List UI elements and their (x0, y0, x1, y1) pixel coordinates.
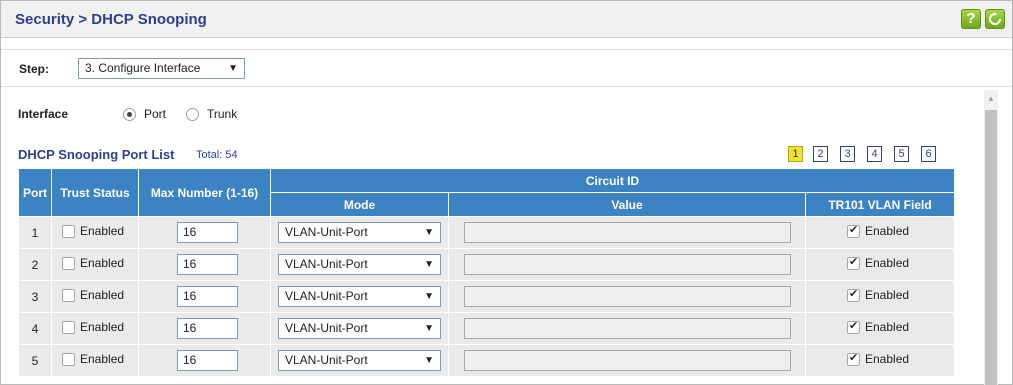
circuit-value-input (464, 350, 791, 371)
port-list-title: DHCP Snooping Port List (18, 147, 175, 162)
step-select-value: 3. Configure Interface (85, 61, 201, 75)
interface-port-label: Port (144, 107, 167, 121)
dropdown-arrow-icon: ▼ (424, 355, 434, 366)
max-number-input[interactable]: 16 (177, 350, 238, 371)
mode-select[interactable]: VLAN-Unit-Port ▼ (278, 286, 441, 307)
col-header-mode: Mode (270, 192, 449, 217)
step-bar: Step: 3. Configure Interface ▼ (1, 49, 1012, 87)
mode-select[interactable]: VLAN-Unit-Port ▼ (278, 318, 441, 339)
mode-select-value: VLAN-Unit-Port (285, 321, 368, 335)
table-row: 3 Enabled 16 VLAN-Unit-Port ▼ Enabled (18, 280, 956, 313)
mode-select[interactable]: VLAN-Unit-Port ▼ (278, 254, 441, 275)
circuit-value-input (464, 254, 791, 275)
interface-trunk-label: Trunk (207, 107, 238, 121)
mode-select-value: VLAN-Unit-Port (285, 289, 368, 303)
page-title: Security > DHCP Snooping (15, 11, 207, 28)
mode-select-value: VLAN-Unit-Port (285, 225, 368, 239)
step-select[interactable]: 3. Configure Interface ▼ (78, 58, 245, 79)
table-row: 5 Enabled 16 VLAN-Unit-Port ▼ Enabled (18, 344, 956, 377)
col-header-circuit-id: Circuit ID (269, 168, 956, 193)
page-1-link[interactable]: 1 (788, 146, 803, 162)
title-bar: Security > DHCP Snooping ? (1, 1, 1012, 38)
trust-label: Enabled (80, 352, 125, 366)
tr101-label: Enabled (865, 288, 910, 302)
max-number-input[interactable]: 16 (177, 254, 238, 275)
tr101-label: Enabled (865, 224, 910, 238)
port-cell: 5 (18, 344, 52, 377)
circuit-value-input (464, 222, 791, 243)
page-4-link[interactable]: 4 (867, 146, 882, 162)
circuit-value-input (464, 318, 791, 339)
step-label: Step: (19, 62, 49, 76)
table-row: 1 Enabled 16 VLAN-Unit-Port ▼ Enabled (18, 216, 956, 249)
scroll-thumb[interactable] (985, 110, 997, 385)
port-cell: 2 (18, 248, 52, 281)
page-3-link[interactable]: 3 (840, 146, 855, 162)
tr101-checkbox[interactable] (847, 351, 860, 366)
max-number-input[interactable]: 16 (177, 222, 238, 243)
trust-checkbox[interactable] (62, 257, 75, 270)
tr101-checkbox[interactable] (847, 255, 860, 270)
page-5-link[interactable]: 5 (894, 146, 909, 162)
dropdown-arrow-icon: ▼ (228, 63, 238, 74)
port-cell: 4 (18, 312, 52, 345)
dropdown-arrow-icon: ▼ (424, 291, 434, 302)
interface-trunk-radio[interactable] (186, 108, 199, 121)
trust-checkbox[interactable] (62, 353, 75, 366)
interface-port-radio[interactable] (123, 108, 136, 121)
tr101-checkbox[interactable] (847, 223, 860, 238)
tr101-checkbox[interactable] (847, 319, 860, 334)
tr101-label: Enabled (865, 352, 910, 366)
refresh-icon[interactable] (985, 9, 1005, 29)
vertical-scrollbar[interactable]: ▲ (984, 90, 998, 385)
trust-checkbox[interactable] (62, 321, 75, 334)
col-header-tr101: TR101 VLAN Field (804, 192, 956, 217)
trust-label: Enabled (80, 256, 125, 270)
tr101-checkbox[interactable] (847, 287, 860, 302)
trust-checkbox[interactable] (62, 289, 75, 302)
mode-select[interactable]: VLAN-Unit-Port ▼ (278, 222, 441, 243)
port-cell: 1 (18, 216, 52, 249)
page-2-link[interactable]: 2 (813, 146, 828, 162)
trust-label: Enabled (80, 288, 125, 302)
max-number-input[interactable]: 16 (177, 318, 238, 339)
tr101-label: Enabled (865, 256, 910, 270)
circuit-value-input (464, 286, 791, 307)
trust-checkbox[interactable] (62, 225, 75, 238)
interface-label: Interface (18, 107, 69, 121)
port-list-total: Total: 54 (196, 149, 238, 161)
tr101-label: Enabled (865, 320, 910, 334)
mode-select-value: VLAN-Unit-Port (285, 353, 368, 367)
mode-select[interactable]: VLAN-Unit-Port ▼ (278, 350, 441, 371)
dropdown-arrow-icon: ▼ (424, 227, 434, 238)
help-icon[interactable]: ? (961, 9, 981, 29)
port-cell: 3 (18, 280, 52, 313)
scroll-up-arrow-icon[interactable]: ▲ (984, 90, 998, 108)
table-row: 2 Enabled 16 VLAN-Unit-Port ▼ Enabled (18, 248, 956, 281)
table-row: 4 Enabled 16 VLAN-Unit-Port ▼ Enabled (18, 312, 956, 345)
col-header-trust-status: Trust Status (51, 168, 139, 217)
col-header-value: Value (448, 192, 806, 217)
mode-select-value: VLAN-Unit-Port (285, 257, 368, 271)
port-table: Port Trust Status Max Number (1-16) Circ… (18, 168, 956, 377)
page-6-link[interactable]: 6 (921, 146, 936, 162)
dropdown-arrow-icon: ▼ (424, 323, 434, 334)
col-header-max-number: Max Number (1-16) (138, 168, 271, 217)
max-number-input[interactable]: 16 (177, 286, 238, 307)
col-header-port: Port (18, 168, 52, 217)
dropdown-arrow-icon: ▼ (424, 259, 434, 270)
trust-label: Enabled (80, 224, 125, 238)
trust-label: Enabled (80, 320, 125, 334)
